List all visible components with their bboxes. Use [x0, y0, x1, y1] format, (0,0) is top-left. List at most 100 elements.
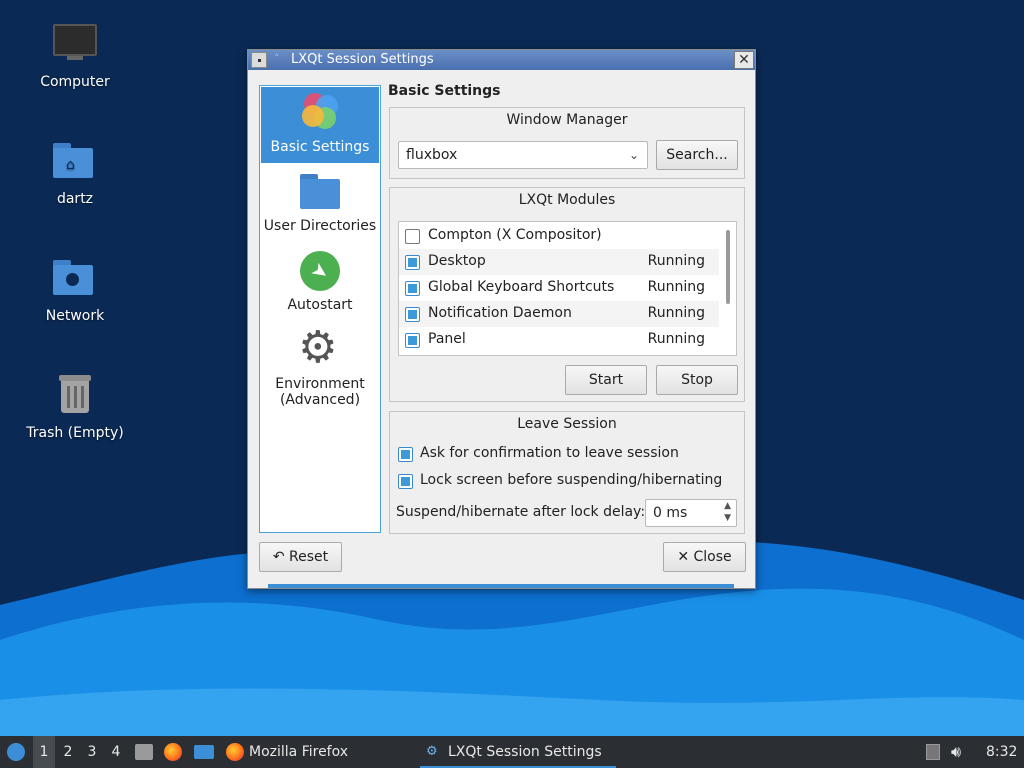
module-row[interactable]: Desktop Running	[399, 249, 719, 275]
close-button[interactable]: ✕ Close	[663, 542, 746, 572]
modules-list[interactable]: Compton (X Compositor) Desktop Running G…	[398, 221, 737, 356]
desktop-icon-trash[interactable]: Trash (Empty)	[20, 373, 130, 441]
module-status: Running	[647, 253, 705, 269]
window-title: LXQt Session Settings	[291, 52, 434, 67]
spin-down-icon[interactable]: ▼	[724, 513, 731, 523]
firefox-icon	[164, 743, 182, 761]
lxqt-icon: ⚙	[426, 744, 438, 759]
volume-icon: 🔊︎	[951, 742, 962, 761]
window-manager-value: fluxbox	[406, 147, 458, 163]
task-session-settings[interactable]: ⚙ LXQt Session Settings	[420, 736, 616, 768]
tray-arrow-icon	[926, 744, 940, 760]
module-name: Global Keyboard Shortcuts	[428, 279, 615, 295]
module-row[interactable]: Panel Running	[399, 327, 719, 353]
show-desktop-icon	[194, 745, 214, 759]
sidebar-item-basic-settings[interactable]: Basic Settings	[261, 87, 379, 163]
window-menu-button[interactable]	[251, 52, 267, 68]
desktop-switch-3[interactable]: 3	[81, 736, 103, 768]
module-name: Desktop	[428, 253, 486, 269]
monitor-icon	[51, 22, 99, 70]
module-row[interactable]: Compton (X Compositor)	[399, 223, 719, 249]
module-name: Panel	[428, 331, 466, 347]
desktop-switch-4[interactable]: 4	[105, 736, 127, 768]
taskbar: 1 2 3 4 Mozilla Firefox ⚙ LXQt Session S…	[0, 736, 1024, 768]
confirm-leave-checkbox[interactable]	[398, 447, 413, 462]
module-checkbox[interactable]	[405, 255, 420, 270]
desktop-icon-computer[interactable]: Computer	[20, 22, 130, 90]
tray-updates[interactable]	[924, 736, 942, 768]
folder-icon	[298, 170, 342, 214]
lock-delay-value: 0 ms	[653, 505, 688, 521]
sidebar-item-environment[interactable]: ⚙ Environment (Advanced)	[261, 324, 379, 418]
module-checkbox[interactable]	[405, 333, 420, 348]
desktop-icon-label: Computer	[40, 74, 110, 90]
desktop-switch-2[interactable]: 2	[57, 736, 79, 768]
sidebar-item-label: Autostart	[287, 297, 353, 313]
sidebar-item-label-line1: Environment	[275, 376, 365, 392]
lxqt-modules-title: LXQt Modules	[518, 192, 616, 208]
quicklaunch-file-manager[interactable]	[133, 736, 155, 768]
section-title: Basic Settings	[388, 83, 501, 99]
lock-delay-spinbox[interactable]: 0 ms ▲ ▼	[645, 499, 737, 527]
session-settings-window: ˄ LXQt Session Settings ✕ Basic Settings…	[247, 49, 756, 589]
leave-session-group: Leave Session Ask for confirmation to le…	[389, 411, 745, 534]
close-icon: ✕	[738, 52, 750, 68]
lock-screen-label: Lock screen before suspending/hibernatin…	[420, 472, 723, 488]
module-status: Running	[647, 331, 705, 347]
file-manager-icon	[135, 744, 153, 760]
trash-icon	[51, 373, 99, 421]
module-status: Running	[647, 279, 705, 295]
window-close-button[interactable]: ✕	[734, 51, 754, 69]
window-titlebar[interactable]: ˄ LXQt Session Settings ✕	[248, 50, 755, 70]
close-icon: ✕	[677, 549, 690, 565]
sidebar-item-label: Basic Settings	[270, 139, 370, 155]
sidebar-item-label-line2: (Advanced)	[279, 392, 361, 408]
task-label: LXQt Session Settings	[448, 744, 602, 760]
reset-icon: ↶	[272, 549, 285, 565]
task-label: Mozilla Firefox	[249, 744, 349, 760]
reset-label: Reset	[289, 549, 329, 565]
quicklaunch-firefox[interactable]	[162, 736, 186, 768]
chevron-down-icon: ⌄	[628, 148, 639, 162]
module-checkbox[interactable]	[405, 229, 420, 244]
module-name: Compton (X Compositor)	[428, 227, 602, 243]
lock-screen-checkbox[interactable]	[398, 474, 413, 489]
rocket-icon: ➤	[298, 249, 342, 293]
module-checkbox[interactable]	[405, 281, 420, 296]
lxqt-menu-icon	[7, 743, 25, 761]
confirm-leave-label: Ask for confirmation to leave session	[420, 445, 679, 461]
clock[interactable]: 8:32	[986, 736, 1022, 768]
quicklaunch-show-desktop[interactable]	[192, 736, 216, 768]
main-menu-button[interactable]	[4, 736, 28, 768]
desktop-icon-label: Trash (Empty)	[26, 425, 124, 441]
sidebar-item-user-directories[interactable]: User Directories	[261, 170, 379, 242]
module-row[interactable]: Notification Daemon Running	[399, 301, 719, 327]
tray-volume[interactable]: 🔊︎	[951, 736, 973, 768]
sidebar-item-label: User Directories	[263, 218, 377, 234]
spin-up-icon[interactable]: ▲	[724, 501, 731, 511]
stop-button[interactable]: Stop	[656, 365, 738, 395]
module-checkbox[interactable]	[405, 307, 420, 322]
close-label: Close	[693, 549, 732, 565]
search-button[interactable]: Search...	[656, 140, 738, 170]
desktop-switch-1[interactable]: 1	[33, 736, 55, 768]
lock-delay-label: Suspend/hibernate after lock delay:	[396, 504, 646, 520]
reset-button[interactable]: ↶ Reset	[259, 542, 342, 572]
start-button[interactable]: Start	[565, 365, 647, 395]
module-name: Notification Daemon	[428, 305, 572, 321]
desktop-icon-label: Network	[45, 308, 105, 324]
settings-sidebar: Basic Settings User Directories ➤ Autost…	[259, 85, 381, 533]
lxqt-modules-group: LXQt Modules Compton (X Compositor) Desk…	[389, 187, 745, 402]
modules-scrollbar[interactable]	[726, 230, 730, 304]
module-row[interactable]: Global Keyboard Shortcuts Running	[399, 275, 719, 301]
module-status: Running	[647, 305, 705, 321]
firefox-icon	[226, 743, 244, 761]
desktop-icon-network[interactable]: Network	[20, 256, 130, 324]
window-bottom-edge	[268, 584, 734, 588]
sidebar-item-autostart[interactable]: ➤ Autostart	[261, 249, 379, 321]
network-folder-icon	[51, 256, 99, 304]
lxqt-icon: ˄	[274, 52, 280, 65]
window-manager-select[interactable]: fluxbox ⌄	[398, 141, 648, 169]
task-firefox[interactable]: Mozilla Firefox	[224, 736, 404, 768]
desktop-icon-home[interactable]: ⌂ dartz	[20, 139, 130, 207]
